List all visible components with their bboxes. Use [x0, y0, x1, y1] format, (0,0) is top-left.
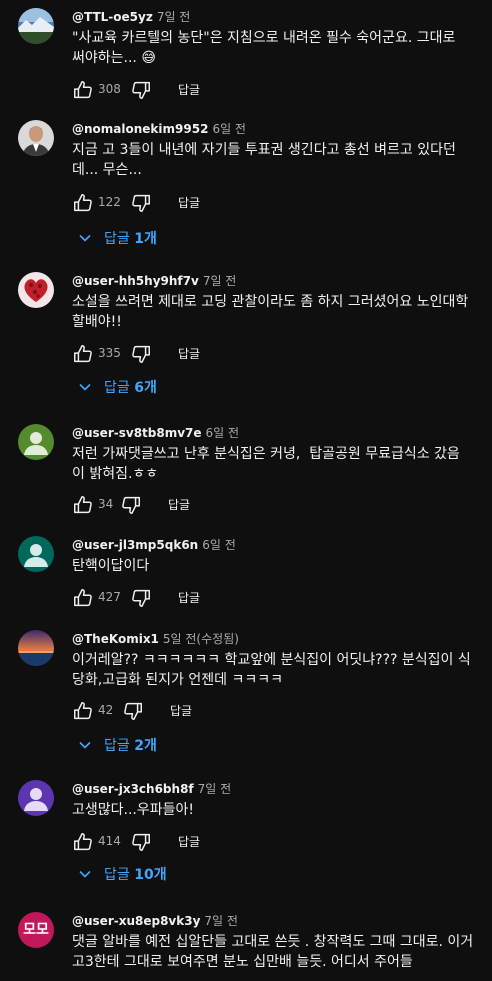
- dislike-icon[interactable]: [130, 192, 152, 214]
- like-count: 42: [98, 703, 114, 717]
- comment-header: @user-sv8tb8mv7e 6일 전: [72, 424, 239, 442]
- reply-count: 2개: [134, 738, 157, 754]
- comment-actions: 122 답글: [72, 192, 372, 216]
- avatar[interactable]: [18, 272, 54, 308]
- comment-header: @nomalonekim9952 6일 전: [72, 120, 246, 138]
- comment-author[interactable]: @user-jl3mp5qk6n: [72, 538, 198, 552]
- avatar[interactable]: [18, 780, 54, 816]
- reply-count: 10개: [134, 867, 167, 883]
- like-icon[interactable]: [72, 700, 94, 722]
- like-count: 414: [98, 834, 121, 848]
- reply-button[interactable]: 답글: [170, 702, 192, 719]
- like-icon[interactable]: [72, 79, 94, 101]
- comment-time[interactable]: 7일 전: [157, 10, 191, 24]
- reply-button[interactable]: 답글: [178, 345, 200, 362]
- like-icon[interactable]: [72, 192, 94, 214]
- like-count: 34: [98, 497, 114, 511]
- comment-time[interactable]: 6일 전: [202, 538, 236, 552]
- comment-item: @user-sv8tb8mv7e 6일 전 저런 가짜댓글쓰고 난후 분식집은 커…: [0, 424, 492, 520]
- like-count: 122: [98, 195, 121, 209]
- dislike-icon[interactable]: [130, 343, 152, 365]
- avatar[interactable]: [18, 8, 54, 44]
- comment-author[interactable]: @user-hh5hy9hf7v: [72, 274, 199, 288]
- comment-actions: 34 답글: [72, 494, 372, 518]
- comment-actions: 308 답글: [72, 79, 372, 103]
- comment-header: @TheKomix1 5일 전(수정됨): [72, 630, 239, 648]
- chevron-down-icon: [78, 867, 92, 885]
- avatar[interactable]: [18, 630, 54, 666]
- like-icon[interactable]: [72, 587, 94, 609]
- comment-time[interactable]: 7일 전: [198, 782, 232, 796]
- chevron-down-icon: [78, 380, 92, 398]
- dislike-icon[interactable]: [120, 494, 142, 516]
- chevron-down-icon: [78, 738, 92, 756]
- avatar[interactable]: [18, 424, 54, 460]
- comment-time[interactable]: 6일 전: [212, 122, 246, 136]
- comment-author[interactable]: @user-xu8ep8vk3y: [72, 914, 200, 928]
- dislike-icon[interactable]: [130, 831, 152, 853]
- comment-text: 댓글 알바를 예전 십알단들 고대로 쓴듯 . 창작력도 그때 그대로. 이거 …: [72, 934, 478, 970]
- like-icon[interactable]: [72, 494, 94, 516]
- like-count: 335: [98, 346, 121, 360]
- reply-button[interactable]: 답글: [178, 833, 200, 850]
- reply-count: 1개: [134, 231, 157, 247]
- comment-header: @TTL-oe5yz 7일 전: [72, 8, 190, 26]
- comment-header: @user-jl3mp5qk6n 6일 전: [72, 536, 236, 554]
- comment-text: 소설을 쓰려면 제대로 고딩 관찰이라도 좀 하지 그러셨어요 노인대학할배야!…: [72, 294, 469, 330]
- comment-item: @user-jx3ch6bh8f 7일 전 고생많다...우파들아! 414 답글…: [0, 780, 492, 890]
- view-replies-label: 답글 10개: [104, 867, 167, 883]
- like-count: 427: [98, 590, 121, 604]
- dislike-icon[interactable]: [130, 79, 152, 101]
- comment-author[interactable]: @TheKomix1: [72, 632, 159, 646]
- comment-text: 고생많다...우파들아!: [72, 802, 195, 818]
- comment-author[interactable]: @user-jx3ch6bh8f: [72, 782, 194, 796]
- comment-time[interactable]: 5일 전(수정됨): [163, 632, 239, 646]
- dislike-icon[interactable]: [122, 700, 144, 722]
- comment-header: @user-jx3ch6bh8f 7일 전: [72, 780, 231, 798]
- like-count: 308: [98, 82, 121, 96]
- comment-text: 이거레알?? ㅋㅋㅋㅋㅋㅋ 학교앞에 분식집이 어딧냐??? 분식집이 식당화,…: [72, 652, 471, 688]
- like-icon[interactable]: [72, 831, 94, 853]
- comment-item: @user-hh5hy9hf7v 7일 전 소설을 쓰려면 제대로 고딩 관찰이라…: [0, 272, 492, 402]
- like-icon[interactable]: [72, 343, 94, 365]
- reply-button[interactable]: 답글: [178, 194, 200, 211]
- comment-text: "사교육 카르텔의 농단"은 지침으로 내려온 필수 숙어군요. 그대로 써야하…: [72, 30, 460, 66]
- comment-item: 모모 @user-xu8ep8vk3y 7일 전 댓글 알바를 예전 십알단들 고…: [0, 912, 492, 981]
- comment-author[interactable]: @user-sv8tb8mv7e: [72, 426, 202, 440]
- avatar[interactable]: [18, 120, 54, 156]
- comment-author[interactable]: @TTL-oe5yz: [72, 10, 153, 24]
- view-replies-label: 답글 6개: [104, 380, 157, 396]
- comment-actions: 427 답글: [72, 587, 372, 611]
- comment-item: @TheKomix1 5일 전(수정됨) 이거레알?? ㅋㅋㅋㅋㅋㅋ 학교앞에 분…: [0, 630, 492, 760]
- comment-text: 탄핵이답이다: [72, 558, 150, 574]
- avatar-initials: 모모: [23, 922, 49, 938]
- reply-button[interactable]: 답글: [168, 496, 190, 513]
- comment-actions: 414 답글: [72, 831, 372, 855]
- comment-actions: 335 답글: [72, 343, 372, 367]
- reply-button[interactable]: 답글: [178, 589, 200, 606]
- reply-count: 6개: [134, 380, 157, 396]
- comment-item: @TTL-oe5yz 7일 전 "사교육 카르텔의 농단"은 지침으로 내려온 필…: [0, 8, 492, 108]
- comment-item: @nomalonekim9952 6일 전 지금 고 3들이 내년에 자기들 투표…: [0, 120, 492, 250]
- comment-time[interactable]: 7일 전: [204, 914, 238, 928]
- reply-button[interactable]: 답글: [178, 81, 200, 98]
- comment-author[interactable]: @nomalonekim9952: [72, 122, 208, 136]
- dislike-icon[interactable]: [130, 587, 152, 609]
- avatar[interactable]: 모모: [18, 912, 54, 948]
- comment-header: @user-xu8ep8vk3y 7일 전: [72, 912, 238, 930]
- comment-time[interactable]: 7일 전: [203, 274, 237, 288]
- comment-actions: 42 답글: [72, 700, 372, 724]
- view-replies-label: 답글 1개: [104, 231, 157, 247]
- comment-time[interactable]: 6일 전: [206, 426, 240, 440]
- comment-header: @user-hh5hy9hf7v 7일 전: [72, 272, 236, 290]
- comment-text: 저런 가짜댓글쓰고 난후 분식집은 커녕, 탑골공원 무료급식소 갔음이 밝혀짐…: [72, 446, 460, 482]
- chevron-down-icon: [78, 231, 92, 249]
- comment-text: 지금 고 3들이 내년에 자기들 투표권 생긴다고 총선 벼르고 있다던데...…: [72, 142, 456, 178]
- avatar[interactable]: [18, 536, 54, 572]
- comment-item: @user-jl3mp5qk6n 6일 전 탄핵이답이다 427 답글: [0, 536, 492, 612]
- view-replies-label: 답글 2개: [104, 738, 157, 754]
